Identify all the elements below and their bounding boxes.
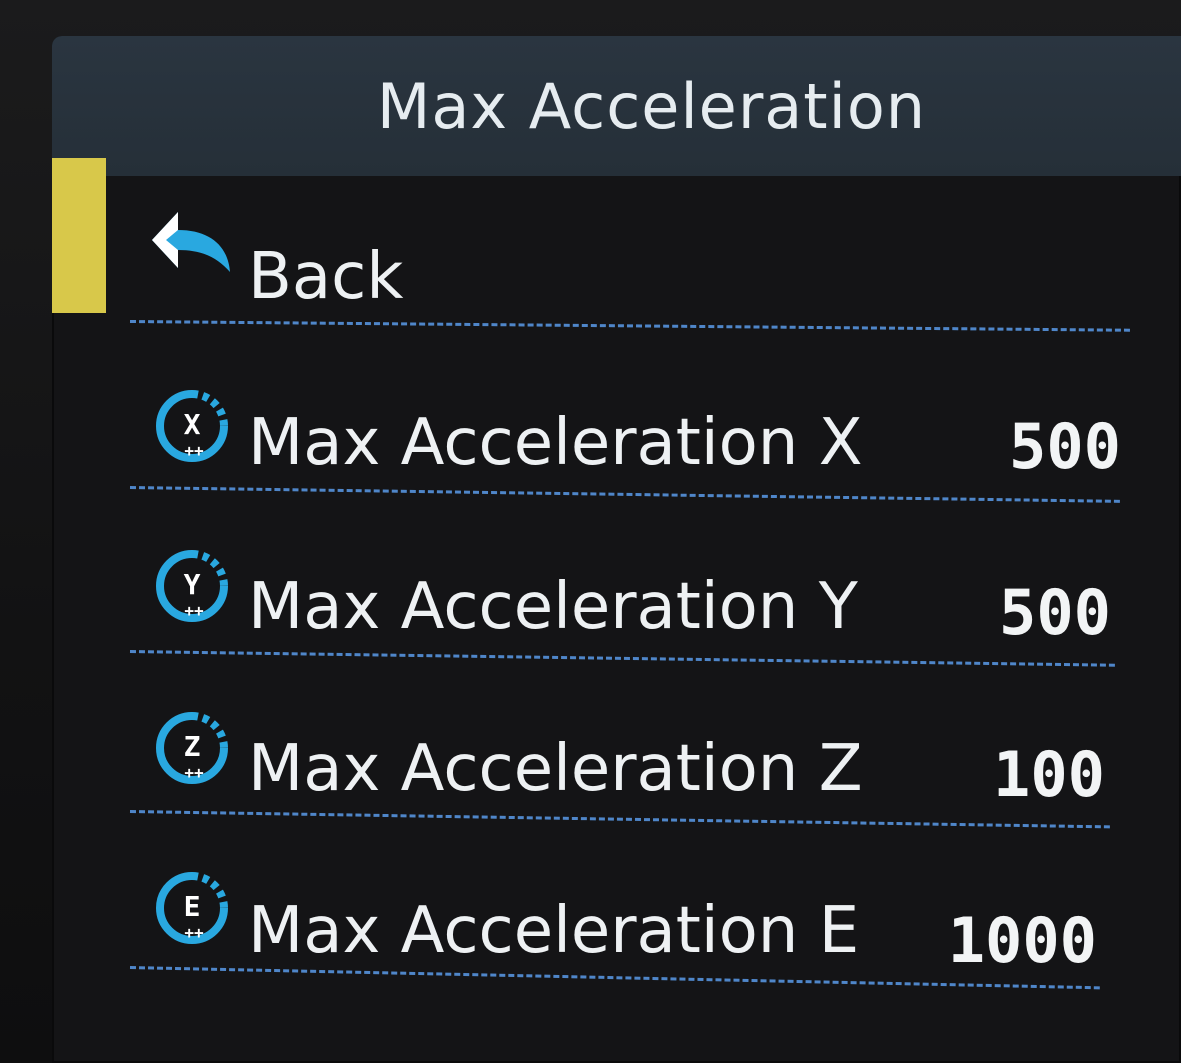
menu-item-max-accel-x[interactable]: X ++ Max Acceleration X 500 <box>52 336 1181 496</box>
back-arrow-icon <box>152 212 230 272</box>
divider <box>129 320 1130 332</box>
menu-item-back[interactable]: Back <box>52 158 1181 318</box>
svg-text:Z: Z <box>184 730 201 763</box>
max-accel-e-label: Max Acceleration E <box>248 894 860 968</box>
lcd-screen: Max Acceleration Back X ++ Max Accelerat… <box>52 36 1181 1063</box>
svg-text:E: E <box>184 890 201 923</box>
svg-text:++: ++ <box>184 763 204 782</box>
svg-text:Y: Y <box>184 568 201 601</box>
max-accel-x-label: Max Acceleration X <box>248 406 863 480</box>
y-axis-icon: Y ++ <box>156 550 228 622</box>
svg-text:++: ++ <box>184 923 204 942</box>
title-bar: Max Acceleration <box>52 36 1181 176</box>
menu-item-max-accel-y[interactable]: Y ++ Max Acceleration Y 500 <box>52 502 1181 662</box>
max-accel-x-value: 500 <box>1009 410 1121 483</box>
selection-indicator <box>52 158 106 313</box>
svg-text:++: ++ <box>184 441 204 460</box>
max-accel-e-value: 1000 <box>947 904 1097 977</box>
max-accel-z-label: Max Acceleration Z <box>248 732 863 806</box>
max-accel-z-value: 100 <box>993 738 1105 811</box>
menu-item-max-accel-e[interactable]: E ++ Max Acceleration E 1000 <box>52 826 1181 986</box>
svg-text:++: ++ <box>184 601 204 620</box>
back-label: Back <box>248 240 404 314</box>
z-axis-icon: Z ++ <box>156 712 228 784</box>
page-title: Max Acceleration <box>376 69 927 143</box>
svg-text:X: X <box>184 408 201 441</box>
extruder-icon: E ++ <box>156 872 228 944</box>
menu-item-max-accel-z[interactable]: Z ++ Max Acceleration Z 100 <box>52 664 1181 824</box>
max-accel-y-label: Max Acceleration Y <box>248 570 858 644</box>
x-axis-icon: X ++ <box>156 390 228 462</box>
max-accel-y-value: 500 <box>999 576 1111 649</box>
